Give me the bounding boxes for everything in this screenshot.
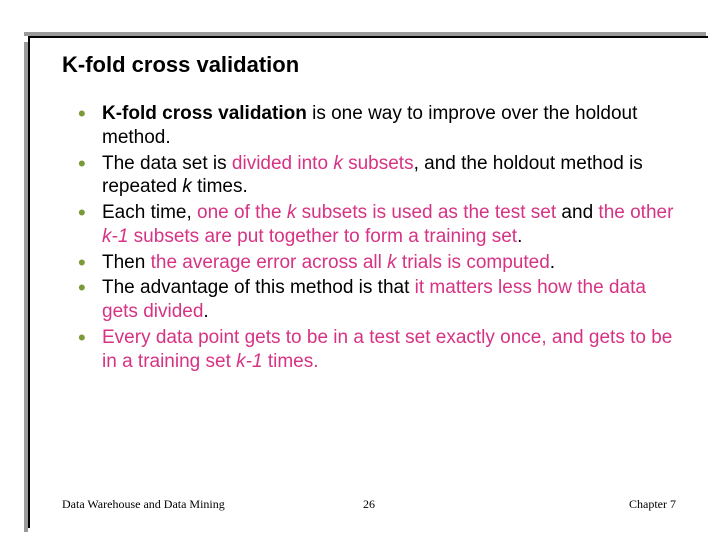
text-segment: and <box>556 202 598 223</box>
text-segment: k-1 <box>236 351 262 372</box>
text-segment: The advantage of this method is that <box>102 277 415 298</box>
text-segment: k <box>287 202 297 223</box>
text-segment: the average error across all <box>151 252 388 273</box>
text-segment: . <box>203 301 208 322</box>
text-segment: Then <box>102 252 151 273</box>
text-segment: . <box>550 252 555 273</box>
text-segment: subsets are put together to form a train… <box>128 226 517 247</box>
text-segment: the other <box>598 202 673 223</box>
footer-right: Chapter 7 <box>629 497 676 512</box>
slide-title: K-fold cross validation <box>62 52 676 78</box>
text-segment: k <box>387 252 397 273</box>
text-segment: . <box>517 226 522 247</box>
bullet-item: Every data point gets to be in a test se… <box>84 326 676 374</box>
text-segment: The data set is <box>102 153 232 174</box>
text-segment: Each time, <box>102 202 197 223</box>
bullet-item: Then the average error across all k tria… <box>84 251 676 275</box>
text-segment: one of the <box>197 202 287 223</box>
bullet-item: K-fold cross validation is one way to im… <box>84 102 676 150</box>
bullet-item: Each time, one of the k subsets is used … <box>84 201 676 249</box>
text-segment: times. <box>263 351 319 372</box>
text-segment: trials is computed <box>397 252 550 273</box>
footer-page-number: 26 <box>363 497 375 512</box>
bullet-item: The data set is divided into k subsets, … <box>84 152 676 200</box>
text-segment: k <box>182 176 192 197</box>
slide-footer: Data Warehouse and Data Mining 26 Chapte… <box>62 497 676 512</box>
text-segment: divided into <box>232 153 333 174</box>
bullet-list: K-fold cross validation is one way to im… <box>84 102 676 373</box>
footer-left: Data Warehouse and Data Mining <box>62 497 225 512</box>
text-segment: subsets <box>343 153 414 174</box>
text-segment: K-fold cross validation <box>102 103 307 124</box>
slide-content: K-fold cross validation K-fold cross val… <box>62 52 676 375</box>
text-segment: Every data point gets to be in a test se… <box>102 327 672 372</box>
text-segment: k-1 <box>102 226 128 247</box>
text-segment: k <box>333 153 343 174</box>
text-segment: subsets is used as the test set <box>296 202 556 223</box>
bullet-item: The advantage of this method is that it … <box>84 276 676 324</box>
text-segment: times. <box>192 176 248 197</box>
